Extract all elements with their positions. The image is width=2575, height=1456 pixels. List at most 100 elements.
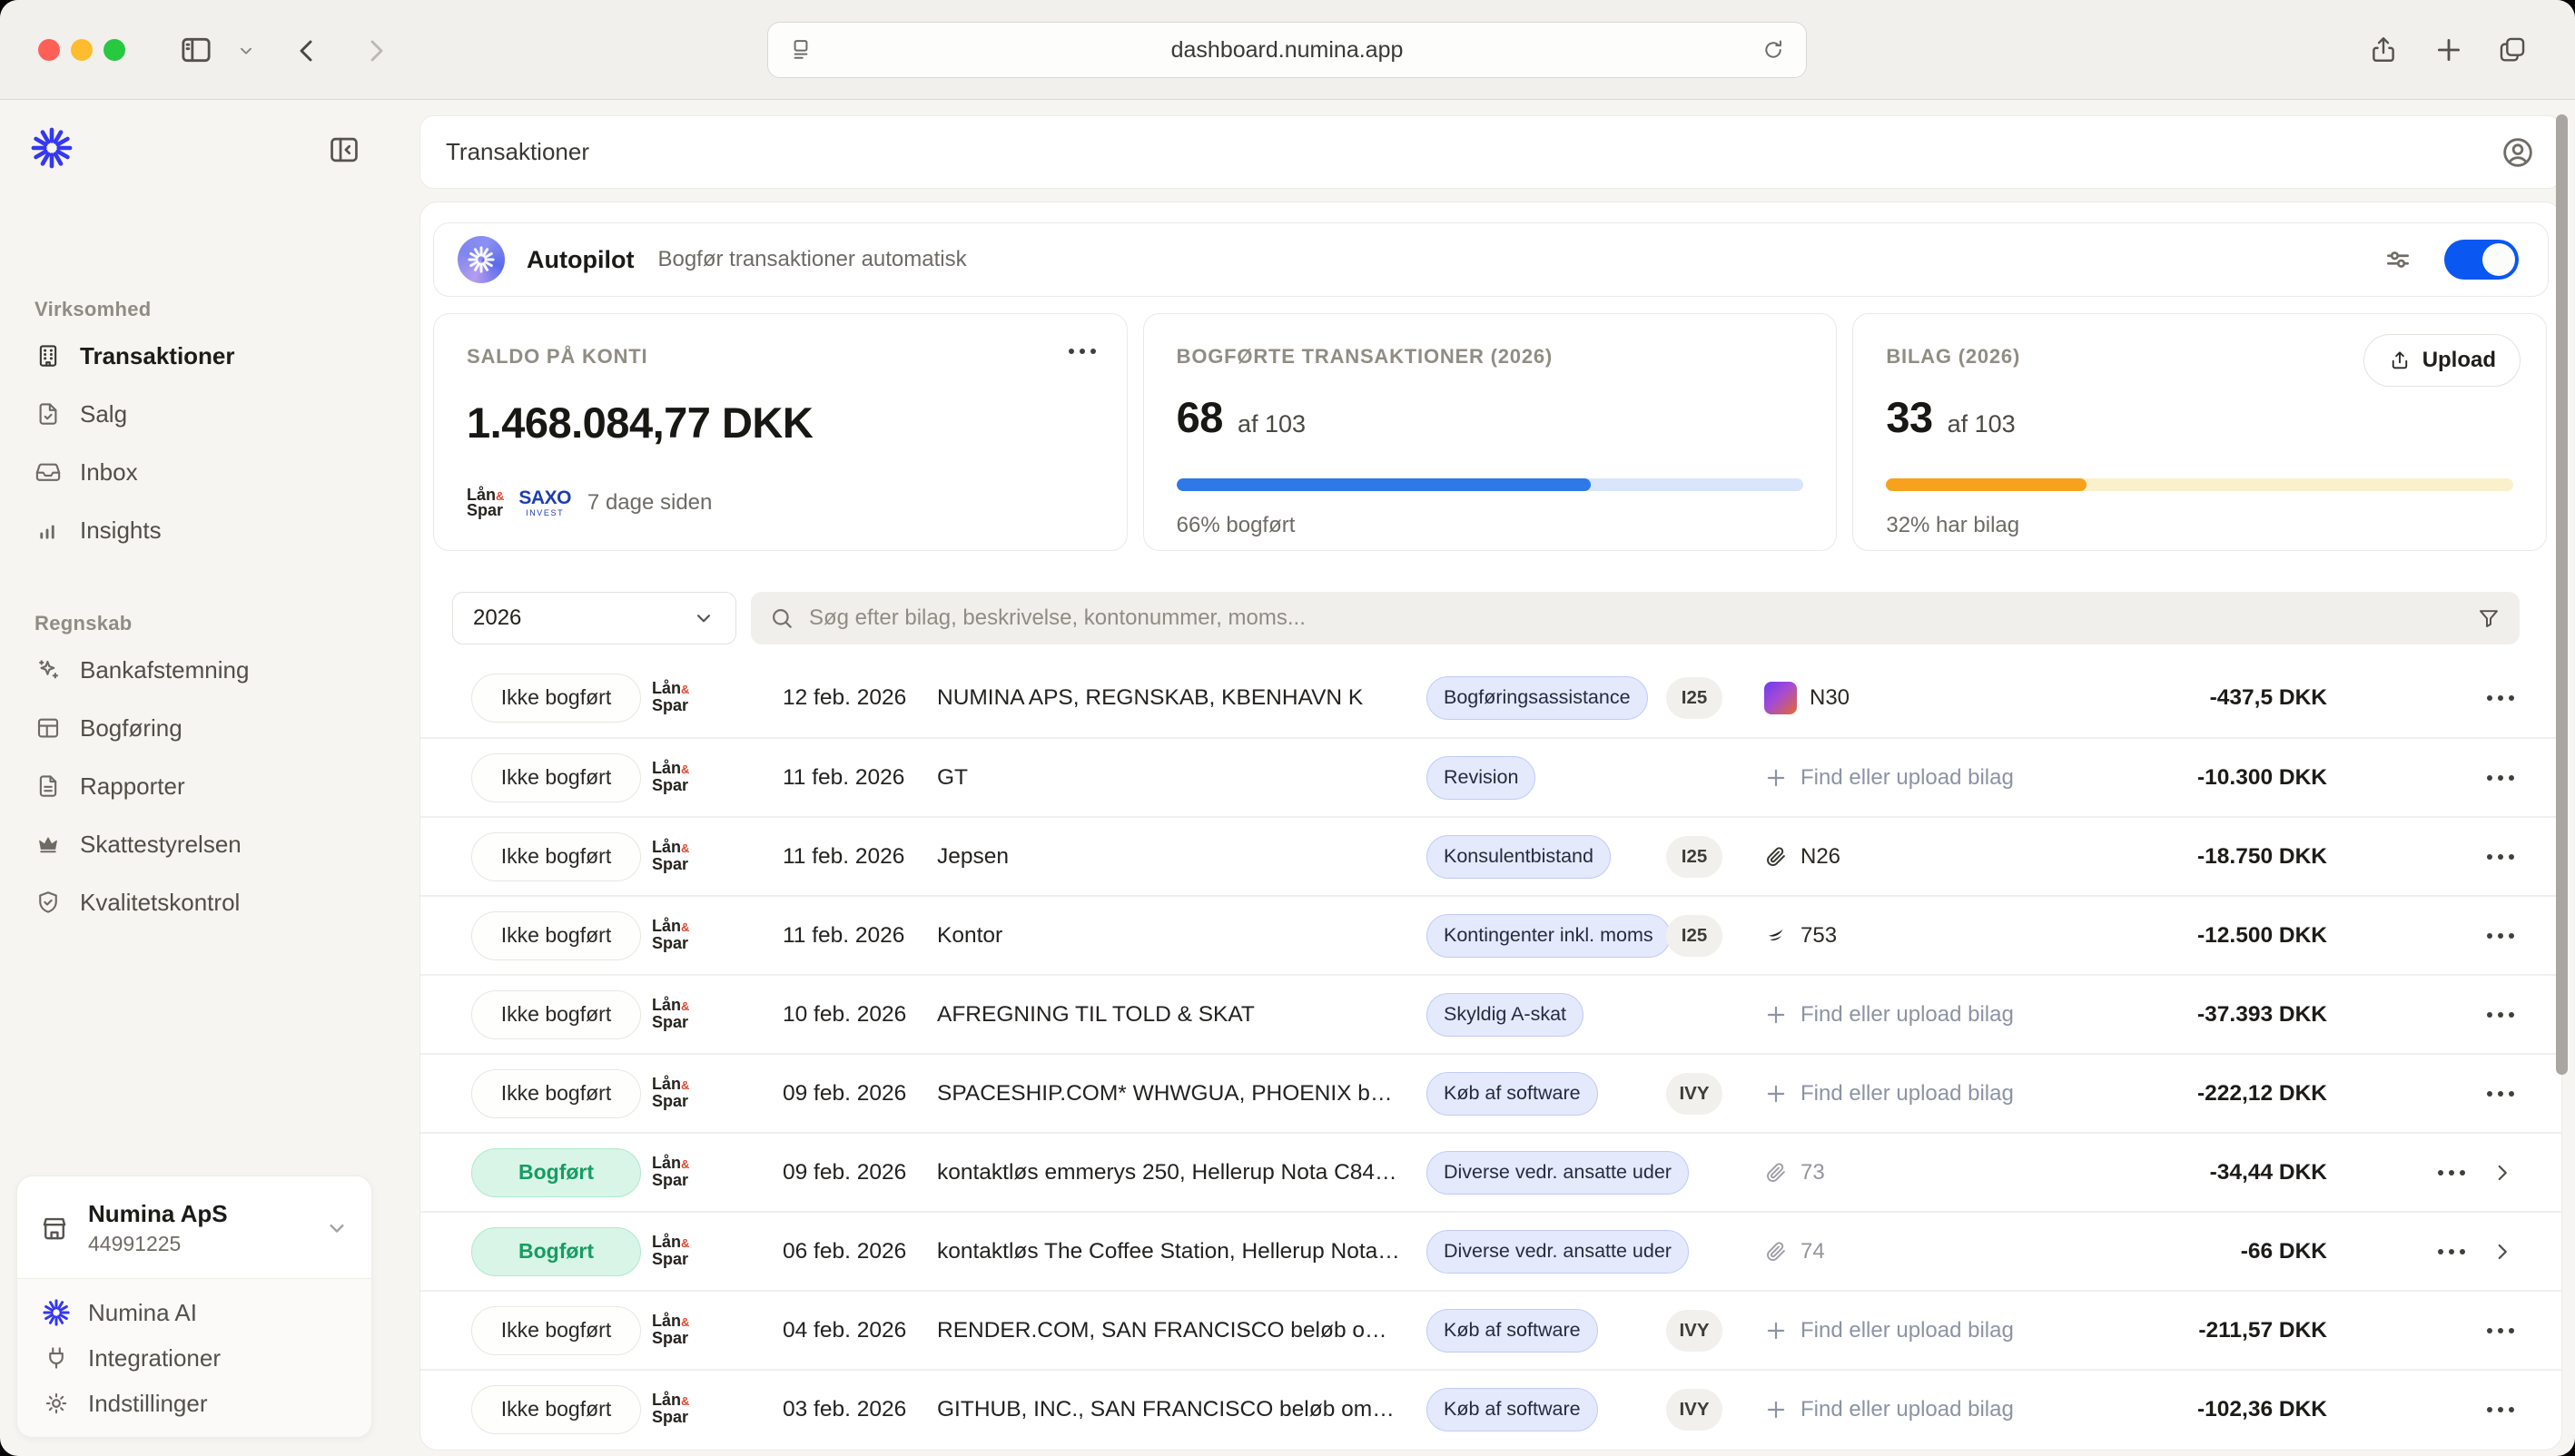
sidebar-item-integrationer[interactable]: Integrationer — [17, 1335, 371, 1381]
attachments-card: BILAG (2026) Upload 33 af 103 32% har bi… — [1852, 313, 2547, 551]
table-row[interactable]: Ikke bogførtLån&Spar10 feb. 2026AFREGNIN… — [420, 974, 2561, 1053]
main-panel: Autopilot Bogfør transaktioner automatis… — [419, 202, 2562, 1451]
browser-toolbar: dashboard.numina.app — [0, 0, 2575, 100]
category-cell: Skyldig A-skat — [1426, 993, 1666, 1037]
autopilot-title: Autopilot — [527, 246, 634, 274]
collapse-sidebar-button[interactable] — [327, 133, 361, 167]
toolbar-chevron-down-icon[interactable] — [236, 41, 256, 61]
table-row[interactable]: BogførtLån&Spar06 feb. 2026kontaktløs Th… — [420, 1211, 2561, 1290]
stat-cards: SALDO PÅ KONTI 1.468.084,77 DKK Lån&Spar… — [433, 313, 2547, 551]
share-icon[interactable] — [2368, 34, 2399, 65]
find-or-upload-attachment-link[interactable]: Find eller upload bilag — [1764, 1081, 2014, 1107]
table-row[interactable]: Ikke bogførtLån&Spar11 feb. 2026KontorKo… — [420, 895, 2561, 974]
row-menu-button[interactable] — [2438, 1249, 2465, 1254]
row-menu-button[interactable] — [2487, 1328, 2514, 1333]
sidebar-item-insights[interactable]: Insights — [0, 501, 413, 559]
actions-cell — [2378, 1240, 2514, 1264]
sidebar-item-transaktioner[interactable]: Transaktioner — [0, 327, 413, 385]
attachment-cell: 753 — [1764, 923, 2109, 949]
actions-cell — [2378, 775, 2514, 781]
description-cell: Kontor — [937, 923, 1426, 949]
reader-icon[interactable] — [788, 37, 814, 63]
sidebar-item-salg[interactable]: Salg — [0, 385, 413, 443]
account-switcher[interactable]: Numina ApS 44991225 — [17, 1176, 371, 1278]
date-cell: 11 feb. 2026 — [783, 923, 921, 949]
back-button[interactable] — [292, 36, 321, 65]
attachment-number: 73 — [1801, 1160, 1825, 1185]
amount-cell: -10.300 DKK — [2109, 765, 2327, 791]
tax-code-badge: IVY — [1666, 1310, 1722, 1352]
search-input[interactable] — [807, 605, 2476, 632]
row-menu-button[interactable] — [2487, 695, 2514, 701]
vertical-scrollbar[interactable] — [2556, 114, 2568, 1075]
upload-icon — [2388, 349, 2412, 372]
amount-cell: -437,5 DKK — [2109, 685, 2327, 711]
sidebar-item-skattestyrelsen[interactable]: Skattestyrelsen — [0, 815, 413, 873]
table-row[interactable]: Ikke bogførtLån&Spar12 feb. 2026NUMINA A… — [420, 658, 2561, 737]
zoom-window-button[interactable] — [104, 39, 125, 61]
chevron-right-icon[interactable] — [2491, 1161, 2514, 1185]
row-menu-button[interactable] — [2487, 933, 2514, 939]
posted-total: af 103 — [1238, 410, 1306, 438]
table-row[interactable]: Ikke bogførtLån&Spar09 feb. 2026SPACESHI… — [420, 1053, 2561, 1132]
filter-icon[interactable] — [2476, 605, 2501, 631]
minimize-window-button[interactable] — [71, 39, 93, 61]
sidebar-item-bogføring[interactable]: Bogføring — [0, 699, 413, 757]
chevron-right-icon[interactable] — [2491, 1240, 2514, 1264]
sidebar-item-numina-ai[interactable]: Numina AI — [17, 1290, 371, 1335]
store-icon — [39, 1213, 70, 1244]
table-row[interactable]: Ikke bogførtLån&Spar11 feb. 2026JepsenKo… — [420, 816, 2561, 895]
reload-icon[interactable] — [1761, 37, 1786, 63]
row-menu-button[interactable] — [2487, 1407, 2514, 1412]
table-row[interactable]: Ikke bogførtLån&Spar04 feb. 2026RENDER.C… — [420, 1290, 2561, 1369]
row-menu-button[interactable] — [2487, 1091, 2514, 1097]
saldo-value: 1.468.084,77 DKK — [467, 398, 1094, 448]
tax-code-badge: I25 — [1666, 677, 1722, 719]
attachment-thumbnail[interactable] — [1764, 682, 1797, 714]
status-cell: Bogført — [471, 1227, 641, 1276]
sidebar-item-indstillinger[interactable]: Indstillinger — [17, 1381, 371, 1426]
bank-logo: Lån&Spar — [467, 487, 504, 518]
sidebar-item-inbox[interactable]: Inbox — [0, 443, 413, 501]
find-or-upload-attachment-link[interactable]: Find eller upload bilag — [1764, 1002, 2014, 1028]
autopilot-toggle[interactable] — [2444, 240, 2519, 280]
find-or-upload-attachment-link[interactable]: Find eller upload bilag — [1764, 1397, 2014, 1422]
find-or-upload-attachment-link[interactable]: Find eller upload bilag — [1764, 765, 2014, 791]
bank-logo: Lån&Spar — [652, 759, 689, 794]
attachment-link-label: Find eller upload bilag — [1801, 1318, 2014, 1343]
table-row[interactable]: Ikke bogførtLån&Spar11 feb. 2026GTRevisi… — [420, 737, 2561, 816]
user-circle-icon[interactable] — [2500, 134, 2536, 171]
upload-button[interactable]: Upload — [2363, 334, 2521, 387]
sidebar-item-label: Kvalitetskontrol — [80, 889, 240, 917]
sidebar-toggle-icon[interactable] — [178, 32, 214, 68]
sidebar-item-rapporter[interactable]: Rapporter — [0, 757, 413, 815]
row-menu-button[interactable] — [2487, 775, 2514, 781]
doc-check-icon — [35, 400, 62, 428]
close-window-button[interactable] — [38, 39, 60, 61]
address-bar[interactable]: dashboard.numina.app — [767, 22, 1807, 78]
tabs-overview-icon[interactable] — [2497, 34, 2528, 65]
sidebar-item-kvalitetskontrol[interactable]: Kvalitetskontrol — [0, 873, 413, 931]
row-menu-button[interactable] — [2487, 1012, 2514, 1018]
saldo-bank-logos: Lån&SparSAXOINVEST — [467, 487, 571, 518]
category-cell: Diverse vedr. ansatte uder — [1426, 1230, 1666, 1274]
saldo-meta-row: Lån&SparSAXOINVEST 7 dage siden — [467, 487, 1094, 518]
sidebar-item-bankafstemning[interactable]: Bankafstemning — [0, 641, 413, 699]
date-cell: 10 feb. 2026 — [783, 1002, 921, 1028]
row-menu-button[interactable] — [2487, 854, 2514, 860]
plus-icon — [1764, 1003, 1788, 1027]
description-cell: kontaktløs The Coffee Station, Hellerup … — [937, 1239, 1426, 1264]
bar-chart-icon — [35, 516, 62, 544]
year-select[interactable]: 2026 — [452, 592, 736, 644]
table-row[interactable]: Ikke bogførtLån&Spar03 feb. 2026GITHUB, … — [420, 1369, 2561, 1448]
table-row[interactable]: BogførtLån&Spar09 feb. 2026kontaktløs em… — [420, 1132, 2561, 1211]
find-or-upload-attachment-link[interactable]: Find eller upload bilag — [1764, 1318, 2014, 1343]
row-menu-button[interactable] — [2438, 1170, 2465, 1176]
sidebar-item-label: Inbox — [80, 458, 138, 487]
new-tab-icon[interactable] — [2433, 34, 2464, 65]
forward-button[interactable] — [361, 36, 390, 65]
saldo-card-menu-button[interactable] — [1069, 349, 1096, 354]
transactions-table: Ikke bogførtLån&Spar12 feb. 2026NUMINA A… — [420, 658, 2561, 1450]
plus-icon — [1764, 1319, 1788, 1343]
autopilot-settings-icon[interactable] — [2383, 244, 2413, 275]
